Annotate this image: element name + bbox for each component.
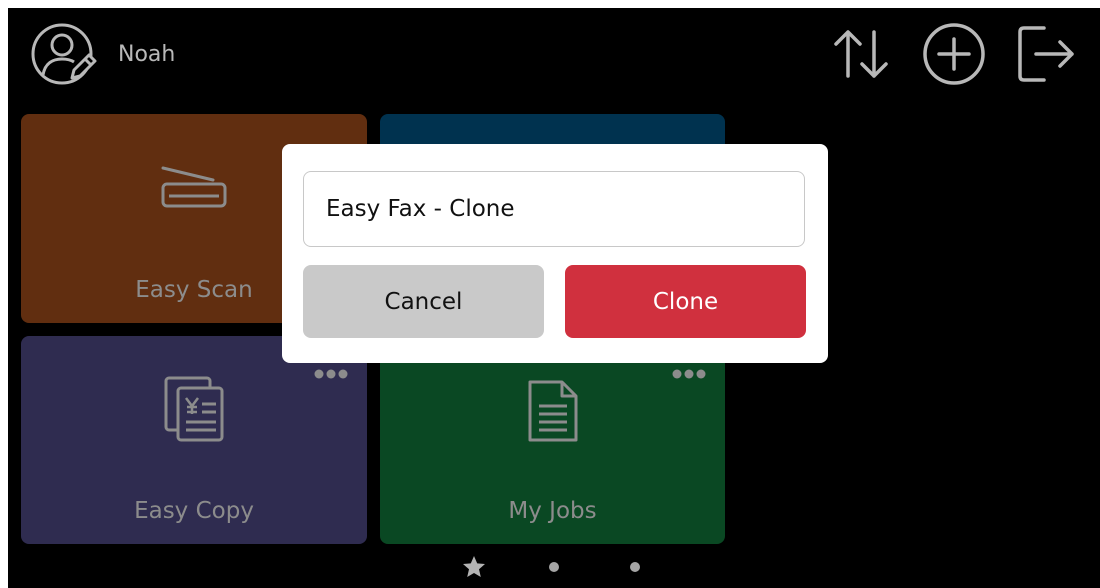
clone-dialog: Cancel Clone xyxy=(282,144,828,363)
home-screen: Noah Easy Scan Easy Copy My Jobs Easy Fa… xyxy=(8,8,1100,588)
cancel-button[interactable]: Cancel xyxy=(303,265,544,338)
clone-button[interactable]: Clone xyxy=(565,265,806,338)
clone-name-input[interactable] xyxy=(303,171,805,247)
